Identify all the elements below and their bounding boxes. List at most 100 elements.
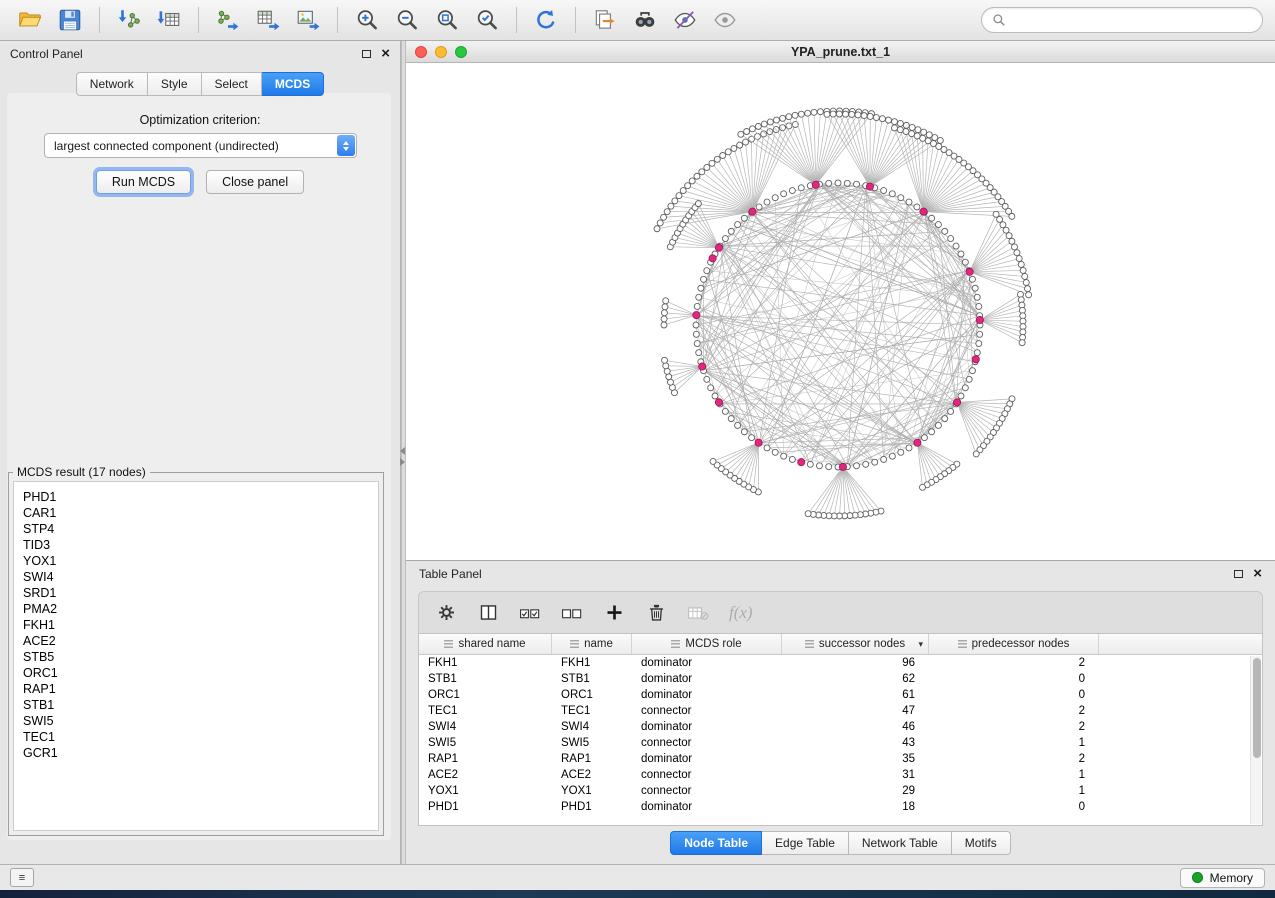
tab-motifs[interactable]: Motifs	[952, 831, 1011, 855]
search-input[interactable]	[1012, 13, 1252, 27]
split-panel-button[interactable]	[477, 602, 499, 624]
column-header-shared-name[interactable]: shared name	[419, 634, 552, 654]
table-row[interactable]: PHD1PHD1dominator180	[419, 799, 1262, 815]
mcds-result-item[interactable]: CAR1	[23, 505, 369, 521]
tab-edge-table[interactable]: Edge Table	[762, 831, 849, 855]
open-file-button[interactable]	[12, 4, 48, 36]
table-cell: 29	[782, 785, 929, 797]
maximize-window-icon[interactable]	[455, 46, 467, 58]
status-bar: ≡ Memory	[0, 864, 1275, 890]
mcds-result-item[interactable]: SRD1	[23, 585, 369, 601]
close-window-icon[interactable]	[415, 46, 427, 58]
select-all-button[interactable]	[519, 602, 541, 624]
import-network-button[interactable]	[111, 4, 147, 36]
table-row[interactable]: SWI5SWI5connector431	[419, 735, 1262, 751]
mcds-result-list[interactable]: PHD1CAR1STP4TID3YOX1SWI4SRD1PMA2FKH1ACE2…	[13, 481, 379, 831]
float-panel-icon[interactable]	[1234, 570, 1243, 578]
mcds-result-item[interactable]: STP4	[23, 521, 369, 537]
memory-button[interactable]: Memory	[1180, 868, 1265, 888]
import-table-button[interactable]	[151, 4, 187, 36]
table-settings-button[interactable]	[435, 602, 457, 624]
close-panel-button[interactable]: Close panel	[206, 170, 304, 194]
mcds-buttons-row: Run MCDS Close panel	[0, 170, 400, 194]
scrollbar-thumb[interactable]	[1253, 658, 1261, 758]
zoom-selected-button[interactable]	[469, 4, 505, 36]
table-cell: STB1	[419, 673, 552, 685]
table-cell: 96	[782, 657, 929, 669]
mcds-result-item[interactable]: GCR1	[23, 745, 369, 761]
toolbar-separator	[337, 7, 338, 33]
table-row[interactable]: SWI4SWI4dominator462	[419, 719, 1262, 735]
tab-network[interactable]: Network	[76, 72, 148, 96]
table-cell: ORC1	[419, 689, 552, 701]
mcds-result-item[interactable]: STB1	[23, 697, 369, 713]
table-row[interactable]: ACE2ACE2connector311	[419, 767, 1262, 783]
table-row[interactable]: FKH1FKH1dominator962	[419, 655, 1262, 671]
mcds-result-item[interactable]: TID3	[23, 537, 369, 553]
tab-node-table[interactable]: Node Table	[670, 831, 762, 855]
clone-network-button[interactable]	[587, 4, 623, 36]
delete-rows-button[interactable]	[645, 602, 667, 624]
search-box[interactable]	[981, 7, 1263, 33]
table-row[interactable]: YOX1YOX1connector291	[419, 783, 1262, 799]
add-row-button[interactable]	[603, 602, 625, 624]
mcds-result-item[interactable]: STB5	[23, 649, 369, 665]
zoom-out-button[interactable]	[389, 4, 425, 36]
mcds-result-item[interactable]: ACE2	[23, 633, 369, 649]
table-row[interactable]: STB1STB1dominator620	[419, 671, 1262, 687]
tab-network-table[interactable]: Network Table	[849, 831, 952, 855]
tab-select[interactable]: Select	[202, 72, 262, 96]
column-header-successor-nodes[interactable]: successor nodes ▾	[782, 634, 929, 654]
table-row[interactable]: RAP1RAP1dominator352	[419, 751, 1262, 767]
function-builder-button[interactable]: f(x)	[729, 603, 753, 623]
toolbar-separator	[516, 7, 517, 33]
export-image-button[interactable]	[290, 4, 326, 36]
mcds-result-item[interactable]: SWI5	[23, 713, 369, 729]
float-panel-icon[interactable]	[362, 50, 371, 58]
mcds-result-item[interactable]: FKH1	[23, 617, 369, 633]
close-panel-icon[interactable]: ×	[381, 49, 390, 59]
refresh-button[interactable]	[528, 4, 564, 36]
column-header-MCDS-role[interactable]: MCDS role	[632, 634, 782, 654]
collapse-left-icon[interactable]	[400, 447, 405, 455]
export-network-button[interactable]	[210, 4, 246, 36]
mcds-result-item[interactable]: ORC1	[23, 665, 369, 681]
table-cell: 1	[929, 785, 1099, 797]
collapse-right-icon[interactable]	[400, 458, 405, 466]
show-hide-button[interactable]	[707, 4, 743, 36]
find-button[interactable]	[627, 4, 663, 36]
table-cell: TEC1	[419, 705, 552, 717]
table-row[interactable]: TEC1TEC1connector472	[419, 703, 1262, 719]
close-panel-icon[interactable]: ×	[1253, 569, 1262, 579]
mcds-result-item[interactable]: YOX1	[23, 553, 369, 569]
mcds-result-item[interactable]: TEC1	[23, 729, 369, 745]
column-header-name[interactable]: name	[552, 634, 632, 654]
visual-style-button[interactable]	[667, 4, 703, 36]
mcds-result-item[interactable]: PHD1	[23, 489, 369, 505]
column-label: name	[584, 638, 613, 650]
mcds-result-item[interactable]: SWI4	[23, 569, 369, 585]
run-mcds-button[interactable]: Run MCDS	[96, 170, 191, 194]
minimize-window-icon[interactable]	[435, 46, 447, 58]
column-label: successor nodes	[819, 638, 905, 650]
splitter-collapse-icons[interactable]	[400, 447, 405, 466]
table-cell: YOX1	[419, 785, 552, 797]
clear-table-button[interactable]	[687, 602, 709, 624]
column-header-predecessor-nodes[interactable]: predecessor nodes	[929, 634, 1099, 654]
zoom-fit-button[interactable]	[429, 4, 465, 36]
network-canvas[interactable]	[406, 63, 1275, 560]
zoom-in-button[interactable]	[349, 4, 385, 36]
save-session-button[interactable]	[52, 4, 88, 36]
table-cell: 31	[782, 769, 929, 781]
mcds-result-item[interactable]: PMA2	[23, 601, 369, 617]
table-row[interactable]: ORC1ORC1dominator610	[419, 687, 1262, 703]
panel-menu-button[interactable]: ≡	[10, 868, 34, 887]
mcds-result-item[interactable]: RAP1	[23, 681, 369, 697]
tab-style[interactable]: Style	[148, 72, 202, 96]
export-table-button[interactable]	[250, 4, 286, 36]
table-scrollbar[interactable]	[1250, 656, 1261, 824]
column-menu-icon[interactable]: ▾	[918, 639, 923, 650]
tab-mcds[interactable]: MCDS	[262, 72, 324, 96]
optimization-select[interactable]: largest connected component (undirected)	[44, 133, 357, 158]
deselect-all-button[interactable]	[561, 602, 583, 624]
